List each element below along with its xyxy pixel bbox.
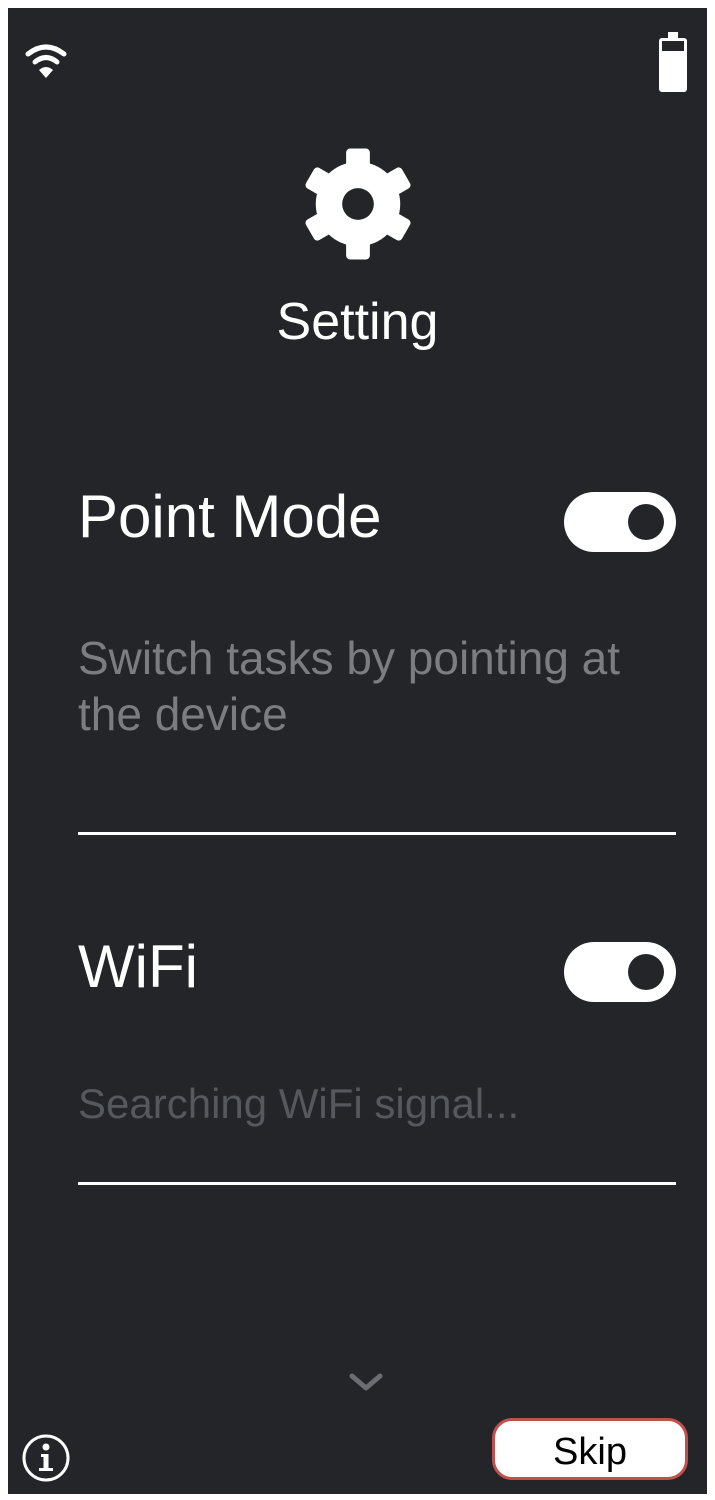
battery-icon — [659, 32, 687, 92]
divider — [78, 832, 676, 835]
wifi-toggle[interactable] — [564, 942, 676, 1002]
point-mode-label: Point Mode — [78, 483, 382, 550]
toggle-knob — [628, 954, 664, 990]
point-mode-toggle[interactable] — [564, 492, 676, 552]
wifi-icon — [25, 44, 67, 78]
settings-header: Setting — [8, 138, 707, 352]
toggle-knob — [628, 504, 664, 540]
settings-screen: Setting Point Mode Switch tasks by point… — [8, 8, 707, 1494]
point-mode-description: Switch tasks by pointing at the device — [78, 632, 621, 740]
info-icon[interactable] — [20, 1432, 72, 1484]
chevron-down-icon[interactable] — [344, 1366, 388, 1396]
divider — [78, 1182, 676, 1185]
page-title: Setting — [276, 293, 439, 351]
skip-button[interactable]: Skip — [492, 1418, 688, 1480]
wifi-label: WiFi — [78, 933, 198, 1000]
wifi-status-text: Searching WiFi signal... — [78, 1080, 520, 1127]
status-bar — [8, 8, 707, 98]
gear-icon — [304, 148, 411, 260]
